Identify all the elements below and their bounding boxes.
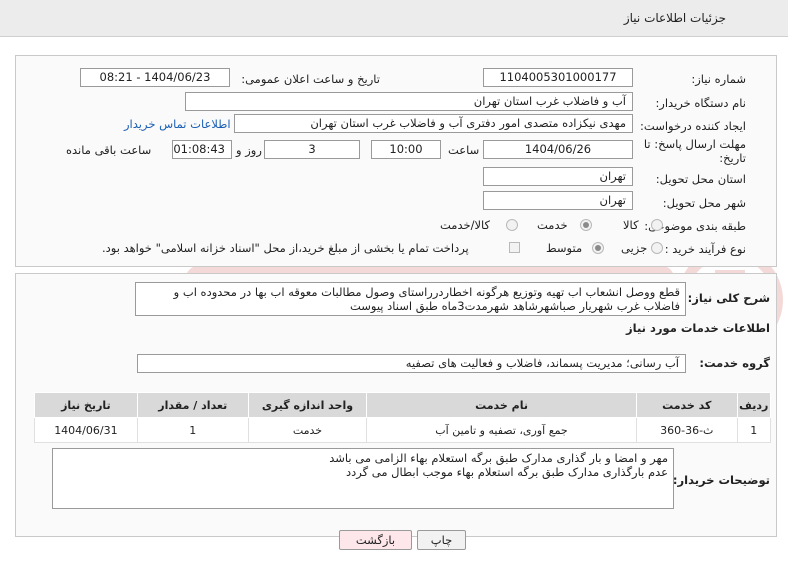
- category-radio-goods[interactable]: [651, 219, 663, 231]
- buyer-org-label: نام دستگاه خریدار:: [655, 96, 746, 110]
- buyer-notes-textarea: مهر و امضا و بار گذاری مدارک طبق برگه اس…: [52, 448, 674, 509]
- remaining-time-field: 01:08:43: [172, 140, 232, 159]
- deadline-date-field: 1404/06/26: [483, 140, 633, 159]
- page-title: جزئیات اطلاعات نیاز: [623, 11, 726, 25]
- deadline-time-field: 10:00: [371, 140, 441, 159]
- back-button[interactable]: بازگشت: [339, 530, 412, 550]
- table-row: 1 ث-36-360 جمع آوری، تصفیه و تامین آب خد…: [34, 417, 772, 443]
- days-label: روز و: [236, 143, 262, 157]
- deadline-time-label: ساعت: [448, 143, 480, 157]
- process-label: نوع فرآیند خرید :: [664, 242, 746, 256]
- need-number-field: 1104005301000177: [483, 68, 633, 87]
- col-unit: واحد اندازه گیری: [247, 392, 368, 418]
- services-section-title: اطلاعات خدمات مورد نیاز: [626, 321, 770, 335]
- services-table: ردیف کد خدمت نام خدمت واحد اندازه گیری ت…: [34, 392, 772, 443]
- description-textarea: قطع ووصل انشعاب اب تهیه وتوزیع هرگونه اخ…: [135, 282, 686, 316]
- province-field: تهران: [483, 167, 633, 186]
- announce-date-label: تاریخ و ساعت اعلان عمومی:: [241, 72, 380, 86]
- category-option-goods: کالا: [623, 218, 639, 232]
- cell-service-name: جمع آوری، تصفیه و تامین آب: [366, 417, 637, 443]
- deadline-label-date: تاریخ:: [719, 151, 746, 165]
- col-service-code: کد خدمت: [635, 392, 738, 418]
- service-group-field: آب رسانی؛ مدیریت پسماند، فاضلاب و فعالیت…: [137, 354, 686, 373]
- page-header: جزئیات اطلاعات نیاز: [0, 0, 788, 37]
- cell-service-code: ث-36-360: [635, 417, 738, 443]
- remaining-time-label: ساعت باقی مانده: [66, 143, 152, 157]
- col-need-date: تاریخ نیاز: [34, 392, 138, 418]
- cell-need-date: 1404/06/31: [34, 417, 138, 443]
- creator-label: ایجاد کننده درخواست:: [640, 119, 746, 133]
- process-radio-minor[interactable]: [651, 242, 663, 254]
- category-option-goods-service: کالا/خدمت: [440, 218, 491, 232]
- cell-unit: خدمت: [247, 417, 368, 443]
- days-field: 3: [264, 140, 360, 159]
- service-group-label: گروه خدمت:: [699, 356, 770, 370]
- buyer-org-field: آب و فاضلاب غرب استان تهران: [185, 92, 633, 111]
- category-radio-goods-service[interactable]: [506, 219, 518, 231]
- deadline-label: مهلت ارسال پاسخ: تا: [643, 137, 746, 151]
- category-radio-service[interactable]: [580, 219, 592, 231]
- buyer-contact-link[interactable]: اطلاعات تماس خریدار: [124, 117, 231, 131]
- col-quantity: تعداد / مقدار: [136, 392, 249, 418]
- process-option-medium: متوسط: [546, 241, 583, 255]
- services-table-header: ردیف کد خدمت نام خدمت واحد اندازه گیری ت…: [34, 392, 772, 418]
- province-label: استان محل تحویل:: [655, 172, 746, 186]
- cell-quantity: 1: [136, 417, 249, 443]
- category-option-service: خدمت: [537, 218, 568, 232]
- col-row: ردیف: [736, 392, 772, 418]
- city-field: تهران: [483, 191, 633, 210]
- announce-date-field: 1404/06/23 - 08:21: [80, 68, 230, 87]
- city-label: شهر محل تحویل:: [662, 196, 746, 210]
- process-option-minor: جزیی: [621, 241, 648, 255]
- treasury-payment-note: پرداخت تمام یا بخشی از مبلغ خرید،از محل …: [102, 241, 469, 255]
- buyer-notes-line-2: عدم بارگذاری مدارک طبق برگه استعلام بهاء…: [346, 465, 668, 479]
- print-button[interactable]: چاپ: [417, 530, 466, 550]
- description-label: شرح کلی نیاز:: [687, 291, 770, 305]
- treasury-payment-checkbox[interactable]: [509, 242, 520, 253]
- need-number-label: شماره نیاز:: [691, 72, 746, 86]
- buyer-notes-label: توضیحات خریدار:: [672, 473, 770, 487]
- process-radio-medium[interactable]: [592, 242, 604, 254]
- creator-field: مهدی نیکزاده متصدی امور دفتری آب و فاضلا…: [234, 114, 633, 133]
- buyer-notes-line-1: مهر و امضا و بار گذاری مدارک طبق برگه اس…: [329, 451, 668, 465]
- cell-row: 1: [736, 417, 772, 443]
- col-service-name: نام خدمت: [366, 392, 637, 418]
